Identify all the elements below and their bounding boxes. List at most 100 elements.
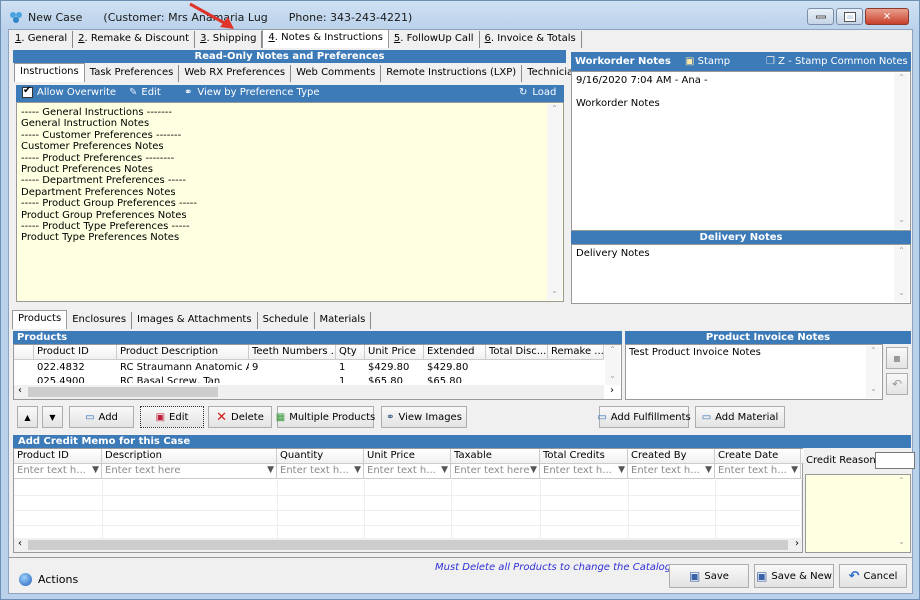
undo-invoice-notes-button[interactable]: ↶ [886,373,908,395]
scroll-down-icon[interactable]: ⌄ [866,384,881,398]
column-header[interactable]: Product ID [14,449,102,463]
add-material-button[interactable]: ▭ Add Material [695,406,785,428]
add-product-button[interactable]: ▭ Add [69,406,134,428]
credit-memo-hscroll-thumb[interactable] [28,540,788,550]
product-invoice-scrollbar[interactable]: ⌃ ⌄ [866,346,881,398]
filter-funnel-icon[interactable]: ▼ [441,465,448,475]
load-button[interactable]: ↻ Load [519,87,556,98]
column-header[interactable]: Product Description [117,345,249,359]
column-header[interactable]: Quantity [277,449,364,463]
edit-instructions-button[interactable]: ✎ Edit [129,87,161,98]
save-button[interactable]: ▣ Save [669,564,749,588]
delivery-notes-textarea[interactable]: Delivery Notes ⌃ ⌄ [571,244,911,304]
scroll-right-icon[interactable]: › [610,385,614,396]
column-header[interactable]: Total Credits [540,449,628,463]
column-header[interactable]: Remake ... [548,345,604,359]
delete-product-button[interactable]: ✕ Delete [208,406,272,428]
scroll-up-icon[interactable]: ⌃ [605,345,620,359]
column-header[interactable]: Created By [628,449,715,463]
move-down-button[interactable]: ▼ [42,406,63,428]
filter-input[interactable]: Enter text h... ▼ [277,464,364,478]
table-row[interactable]: 025.4900 RC Basal Screw, Tan 1 $65.80 $65.80 [14,375,604,383]
tab-general[interactable]: 1. General [10,31,74,48]
column-header[interactable]: Total Disc... [486,345,548,359]
column-header[interactable]: Product ID [34,345,117,359]
filter-funnel-icon[interactable]: ▼ [267,465,274,475]
tab-invoice-totals[interactable]: 6. Invoice & Totals [479,31,582,48]
scroll-up-icon[interactable]: ⌃ [894,73,909,87]
tab-notes-instructions[interactable]: 4. Notes & Instructions [262,29,389,48]
allow-overwrite-checkbox[interactable]: Allow Overwrite [22,85,116,98]
multiple-products-button[interactable]: ▦ Multiple Products [276,406,375,428]
credit-memo-hscrollbar[interactable]: ‹ › [14,538,802,552]
minimize-button[interactable] [807,8,834,25]
tab-remote-instructions[interactable]: Remote Instructions (LXP) [381,65,523,82]
filter-funnel-icon[interactable]: ▼ [530,465,537,475]
filter-input[interactable]: Enter text here ▼ [451,464,540,478]
filter-funnel-icon[interactable]: ▼ [92,465,99,475]
filter-funnel-icon[interactable]: ▼ [791,465,798,475]
column-header[interactable]: Unit Price [365,345,424,359]
view-images-button[interactable]: ⚭ View Images [381,406,467,428]
save-and-new-button[interactable]: ▣ Save & New [754,564,834,588]
tab-task-preferences[interactable]: Task Preferences [84,65,180,82]
tab-enclosures[interactable]: Enclosures [67,312,133,329]
tab-products[interactable]: Products [12,310,68,329]
column-header[interactable]: Description [102,449,277,463]
column-header[interactable]: Extended [424,345,486,359]
tab-images-attachments[interactable]: Images & Attachments [132,312,258,329]
tab-schedule[interactable]: Schedule [257,312,315,329]
tab-remake-discount[interactable]: 2. Remake & Discount [73,31,196,48]
workorder-notes-textarea[interactable]: 9/16/2020 7:04 AM - Ana - Workorder Note… [571,71,911,231]
products-hscroll-thumb[interactable] [28,387,218,397]
instructions-textarea[interactable]: ----- General Instructions ------- Genera… [16,102,564,302]
filter-input[interactable]: Enter text h... ▼ [715,464,801,478]
tab-instructions[interactable]: Instructions [14,63,85,82]
filter-funnel-icon[interactable]: ▼ [354,465,361,475]
scroll-down-icon[interactable]: ⌄ [894,288,909,302]
tab-shipping[interactable]: 3. Shipping [195,31,263,48]
scroll-down-icon[interactable]: ⌄ [547,286,562,300]
workorder-scrollbar[interactable]: ⌃ ⌄ [894,73,909,229]
column-header[interactable]: Teeth Numbers ... [249,345,336,359]
actions-button[interactable]: Actions [19,573,78,586]
column-header[interactable]: Qty [336,345,365,359]
scroll-down-icon[interactable]: ⌄ [894,537,909,551]
tab-web-comments[interactable]: Web Comments [291,65,382,82]
scroll-up-icon[interactable]: ⌃ [894,476,909,490]
products-hscrollbar[interactable]: ‹ › [14,385,614,399]
view-by-preference-button[interactable]: ⚭ View by Preference Type [184,87,320,98]
column-header[interactable]: Create Date [715,449,801,463]
delivery-scrollbar[interactable]: ⌃ ⌄ [894,246,909,302]
tab-materials[interactable]: Materials [314,312,372,329]
scroll-left-icon[interactable]: ‹ [18,385,22,396]
tab-web-rx-preferences[interactable]: Web RX Preferences [179,65,292,82]
products-vscrollbar[interactable]: ⌃ ⌄ [605,345,620,385]
scroll-up-icon[interactable]: ⌃ [547,104,562,118]
edit-product-button[interactable]: ▣ Edit [140,406,204,428]
filter-input[interactable]: Enter text h... ▼ [628,464,715,478]
add-fulfillments-button[interactable]: ▭ Add Fulfillments [597,406,691,428]
filter-input[interactable]: Enter text h... ▼ [540,464,628,478]
filter-funnel-icon[interactable]: ▼ [618,465,625,475]
column-header[interactable]: Unit Price [364,449,451,463]
scroll-up-icon[interactable]: ⌃ [894,246,909,260]
scroll-down-icon[interactable]: ⌄ [605,371,620,385]
filter-input[interactable]: Enter text h... ▼ [364,464,451,478]
stamp-common-notes-button[interactable]: ❐ Z - Stamp Common Notes [766,52,908,71]
scroll-left-icon[interactable]: ‹ [18,538,22,549]
close-button[interactable]: ✕ [865,8,909,25]
product-invoice-notes-textarea[interactable]: Test Product Invoice Notes ⌃ ⌄ [625,344,883,400]
column-header[interactable]: Taxable [451,449,540,463]
credit-reason-scrollbar[interactable]: ⌃ ⌄ [894,476,909,551]
scroll-right-icon[interactable]: › [795,538,799,549]
row-selector[interactable] [14,375,34,383]
cancel-button[interactable]: ↶ Cancel [839,564,907,588]
filter-input[interactable]: Enter text h... ▼ [14,464,102,478]
filter-input[interactable]: Enter text here ▼ [102,464,277,478]
credit-reason-input[interactable] [875,452,915,469]
maximize-button[interactable] [836,8,863,25]
credit-reason-textarea[interactable]: ⌃ ⌄ [805,474,911,553]
tab-followup-call[interactable]: 5. FollowUp Call [388,31,480,48]
scroll-down-icon[interactable]: ⌄ [894,215,909,229]
